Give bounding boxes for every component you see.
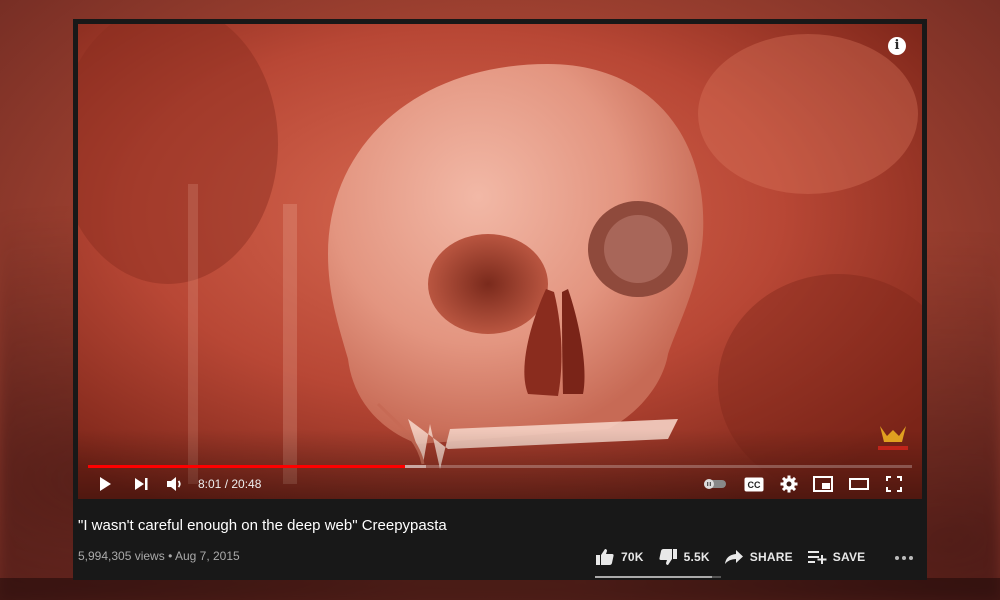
skull-video-frame xyxy=(78,24,922,499)
background-strip xyxy=(0,578,1000,600)
share-icon xyxy=(724,550,743,564)
theater-button[interactable] xyxy=(846,470,872,498)
next-icon xyxy=(135,478,148,490)
sentiment-like-fill xyxy=(595,576,713,578)
save-button[interactable]: SAVE xyxy=(807,549,866,565)
settings-icon xyxy=(780,475,798,493)
next-button[interactable] xyxy=(128,470,154,498)
thumbs-down-icon xyxy=(659,549,677,565)
share-button[interactable]: SHARE xyxy=(724,549,793,565)
more-actions-icon[interactable] xyxy=(894,551,914,565)
svg-text:CC: CC xyxy=(748,480,761,490)
volume-button[interactable] xyxy=(162,470,188,498)
video-player[interactable]: i 8:01 / 20:48 CC xyxy=(78,24,922,499)
progress-played xyxy=(88,465,406,468)
miniplayer-icon xyxy=(813,476,833,492)
time-display: 8:01 / 20:48 xyxy=(198,477,262,491)
theater-icon xyxy=(849,478,869,490)
action-bar: 70K 5.5K SHARE SAVE xyxy=(595,543,879,571)
share-label: SHARE xyxy=(749,550,793,564)
play-button[interactable] xyxy=(92,470,118,498)
like-button[interactable]: 70K xyxy=(595,548,644,566)
subtitles-button[interactable]: CC xyxy=(740,470,768,498)
dislike-count: 5.5K xyxy=(683,550,710,564)
like-count: 70K xyxy=(621,550,644,564)
save-label: SAVE xyxy=(832,550,866,564)
channel-watermark[interactable] xyxy=(876,424,910,454)
player-controls: 8:01 / 20:48 CC xyxy=(78,470,922,498)
settings-button[interactable] xyxy=(776,470,802,498)
thumbs-up-icon xyxy=(596,549,614,565)
view-count: 5,994,305 views xyxy=(78,549,165,563)
add-to-playlist-icon xyxy=(807,551,827,564)
autoplay-toggle[interactable] xyxy=(700,470,730,498)
fullscreen-icon xyxy=(886,476,902,492)
play-icon xyxy=(100,477,111,491)
upload-date: Aug 7, 2015 xyxy=(174,549,240,563)
progress-bar[interactable] xyxy=(88,465,912,468)
sentiment-bar xyxy=(595,576,721,578)
miniplayer-button[interactable] xyxy=(810,470,836,498)
video-meta: "I wasn't careful enough on the deep web… xyxy=(73,499,927,580)
subtitles-icon: CC xyxy=(744,477,764,491)
video-stats: 5,994,305 views • Aug 7, 2015 xyxy=(78,549,240,563)
autoplay-toggle-icon xyxy=(704,479,726,489)
info-icon[interactable]: i xyxy=(888,37,906,55)
volume-icon xyxy=(167,477,181,491)
dislike-button[interactable]: 5.5K xyxy=(658,548,710,566)
fullscreen-button[interactable] xyxy=(881,470,907,498)
video-window: i 8:01 / 20:48 CC "I wasn't careful enou… xyxy=(73,19,927,580)
stats-separator: • xyxy=(168,549,173,563)
video-title: "I wasn't careful enough on the deep web… xyxy=(78,517,447,534)
